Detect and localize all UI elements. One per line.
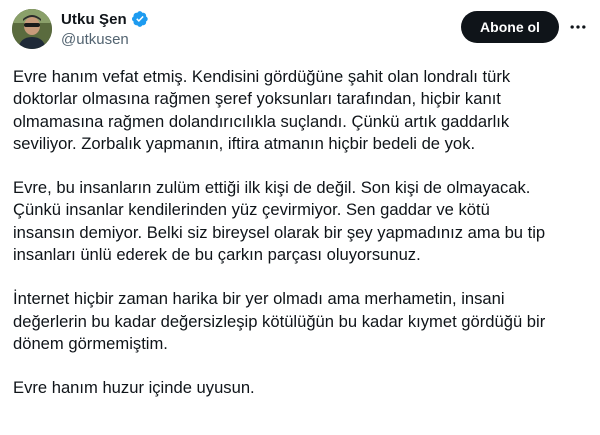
avatar[interactable] [12, 9, 52, 49]
author-handle[interactable]: @utkusen [61, 31, 129, 48]
verified-badge-icon [131, 10, 149, 28]
tweet-line: Evre hanım vefat etmiş. Kendisini gördüğ… [13, 67, 511, 86]
follow-button[interactable]: Abone ol [461, 11, 559, 43]
tweet-line: Çünkü insanlar kendilerinden yüz çevirmi… [13, 200, 490, 220]
tweet-line: Evre, bu insanların zulüm ettiği ilk kiş… [13, 178, 531, 198]
tweet-line: insanları ünlü ederek de bu çarkın parça… [13, 245, 421, 265]
author-name-row: Utku Şen [61, 9, 149, 29]
avatar-photo-icon [12, 9, 52, 49]
tweet-line: seviliyor. Zorbalık yapmanın, iftira atm… [13, 133, 476, 153]
tweet-text: Evre hanım vefat etmiş. Kendisini gördüğ… [13, 66, 593, 400]
tweet-line: değerlerin bu kadar değersizleşip kötülü… [13, 311, 546, 331]
more-icon[interactable] [566, 15, 590, 39]
tweet-paragraph: İnternet hiçbir zaman harika bir yer olm… [13, 288, 593, 355]
tweet-paragraph: Evre hanım huzur içinde uyusun. [13, 377, 593, 399]
tweet-paragraph: Evre hanım vefat etmiş. Kendisini gördüğ… [13, 66, 593, 155]
tweet-line: olmamasına rağmen dolandırıcılıkla suçla… [13, 111, 510, 131]
tweet-paragraph: Evre, bu insanların zulüm ettiği ilk kiş… [13, 177, 593, 266]
tweet-line: insansın demiyor. Belki siz bireysel ola… [13, 222, 546, 242]
tweet-line: İnternet hiçbir zaman harika bir yer olm… [13, 289, 505, 309]
tweet-header: Utku Şen @utkusen Abone ol [0, 0, 600, 56]
tweet-line: doktorlar olmasına rağmen şeref yoksunla… [13, 89, 501, 109]
author-name[interactable]: Utku Şen [61, 11, 127, 28]
tweet-line: dönem görmemiştim. [13, 333, 168, 353]
tweet-line: Evre hanım huzur içinde uyusun. [13, 378, 255, 398]
